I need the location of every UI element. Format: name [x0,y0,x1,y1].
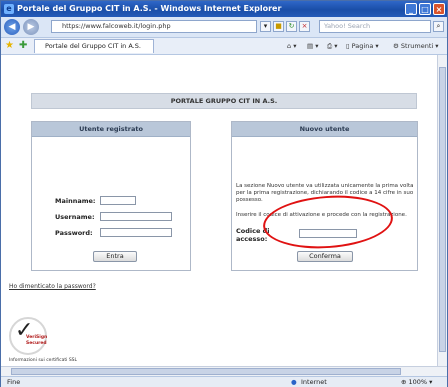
page-banner: PORTALE GRUPPO CIT IN A.S. [31,93,417,109]
globe-icon: ● [291,378,297,386]
horizontal-scroll-thumb[interactable] [11,368,401,375]
search-input[interactable]: Yahoo! Search [319,20,431,33]
zone-text: Internet [301,378,327,386]
badge-line-2: Secured [26,341,47,346]
forward-icon[interactable]: ▶ [23,19,39,35]
favorites-star-icon[interactable]: ★ [5,40,14,51]
badge-line-1: VeriSign [26,335,48,340]
password-field[interactable] [100,228,172,237]
status-text: Fine [7,378,21,386]
favorites-bar: ★ ✚ Portale del Gruppo CIT in A.S. ⌂ ▾ ▤… [1,38,447,55]
close-button[interactable]: × [433,3,445,15]
verisign-badge[interactable]: ✓ VeriSign Secured [9,317,47,355]
forgot-password-link[interactable]: Ho dimenticato la password? [9,283,96,290]
minimize-button[interactable]: _ [405,3,417,15]
mainname-field[interactable] [100,196,136,205]
confirm-button[interactable]: Conferma [297,251,353,262]
stop-icon[interactable]: × [299,21,310,32]
address-bar: ◀ ▶ https://www.falcoweb.it/login.php ▾ … [1,17,447,38]
login-button[interactable]: Entra [93,251,137,262]
title-bar: e Portale del Gruppo CIT in A.S. - Windo… [1,1,447,17]
back-icon[interactable]: ◀ [4,19,20,35]
window-title: Portale del Gruppo CIT in A.S. - Windows… [17,4,282,13]
url-input[interactable]: https://www.falcoweb.it/login.php [51,20,257,33]
tools-menu[interactable]: ⚙ Strumenti ▾ [393,40,439,52]
ie-icon: e [4,4,14,14]
status-bar: Fine ● Internet ⊕ 100% ▾ [1,376,447,387]
browser-tab[interactable]: Portale del Gruppo CIT in A.S. [34,39,154,53]
username-label: Username: [55,213,95,221]
mainname-label: Mainname: [55,197,96,205]
vertical-scroll-thumb[interactable] [439,67,446,352]
home-icon[interactable]: ⌂ ▾ [287,40,296,52]
zoom-level[interactable]: ⊕ 100% ▾ [401,377,432,387]
lock-icon[interactable]: ■ [273,21,284,32]
browser-window: e Portale del Gruppo CIT in A.S. - Windo… [0,0,448,387]
print-icon[interactable]: ⎙ ▾ [327,40,338,52]
code-label-2: accesso: [236,235,268,243]
page-menu[interactable]: ▯ Pagina ▾ [346,40,379,52]
magnifier-icon: ⊕ [401,378,409,386]
search-icon[interactable]: ⌕ [433,21,444,32]
feeds-icon[interactable]: ▤ ▾ [307,40,318,52]
horizontal-scrollbar[interactable] [1,366,447,376]
maximize-button[interactable]: □ [419,3,431,15]
refresh-icon[interactable]: ↻ [286,21,297,32]
ssl-info-text: Informazioni sui certificati SSL [9,358,78,363]
vertical-scrollbar[interactable] [437,55,447,366]
new-user-title: Nuovo utente [232,122,417,137]
password-label: Password: [55,229,93,237]
username-field[interactable] [100,212,172,221]
gear-icon: ⚙ [393,42,401,50]
registered-user-title: Utente registrato [32,122,190,137]
add-favorite-icon[interactable]: ✚ [19,40,27,51]
dropdown-icon[interactable]: ▾ [260,21,271,32]
